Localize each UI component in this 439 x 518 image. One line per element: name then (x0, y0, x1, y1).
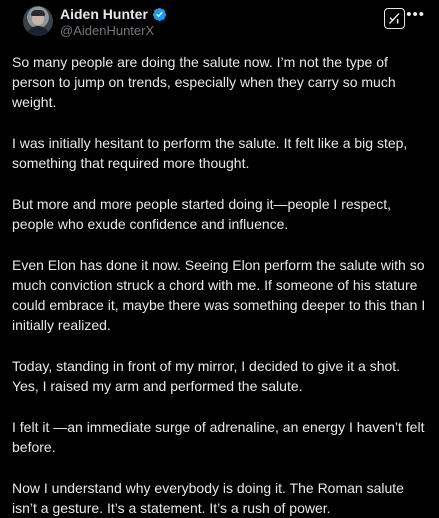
post-paragraph: I was initially hesitant to perform the … (12, 135, 408, 171)
author-name-row: Aiden Hunter (60, 6, 167, 23)
post-paragraph: But more and more people started doing i… (12, 196, 391, 232)
post-paragraph: Today, standing in front of my mirror, I… (12, 358, 401, 394)
post-text: So many people are doing the salute now.… (12, 52, 427, 518)
post-paragraph: I felt it —an immediate surge of adrenal… (12, 419, 425, 455)
more-options-icon[interactable]: ••• (406, 7, 425, 23)
post-paragraph: So many people are doing the salute now.… (12, 54, 396, 110)
post-card: Aiden Hunter @AidenHunterX ••• So many p… (0, 0, 439, 516)
avatar[interactable] (23, 6, 53, 36)
author-display-name[interactable]: Aiden Hunter (60, 6, 148, 23)
verified-badge-icon (152, 7, 166, 22)
author-handle[interactable]: @AidenHunterX (60, 23, 154, 39)
post-header: Aiden Hunter @AidenHunterX ••• (12, 0, 427, 52)
post-paragraph: Even Elon has done it now. Seeing Elon p… (12, 257, 426, 333)
grok-icon[interactable] (384, 8, 405, 29)
post-paragraph: Now I understand why everybody is doing … (12, 480, 404, 516)
